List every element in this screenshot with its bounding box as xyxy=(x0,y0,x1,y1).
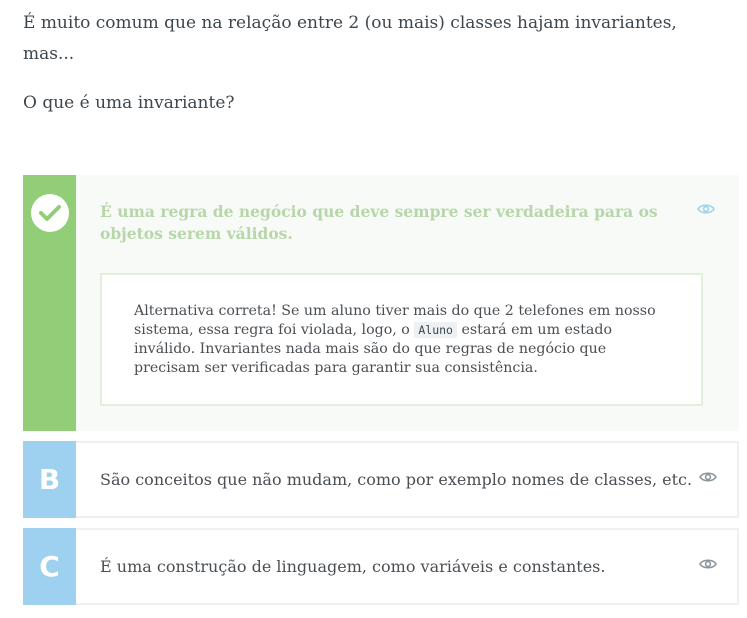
alternative-b[interactable]: B São conceitos que não mudam, como por … xyxy=(23,441,739,518)
alternative-a-text: É uma regra de negócio que deve sempre s… xyxy=(100,202,658,243)
question-line-1: É muito comum que na relação entre 2 (ou… xyxy=(23,13,677,33)
alternative-a-marker xyxy=(23,175,76,431)
alternative-b-letter: B xyxy=(23,441,76,518)
eye-icon[interactable] xyxy=(697,203,715,215)
alternative-c-letter: C xyxy=(23,528,76,605)
alternative-b-body: São conceitos que não mudam, como por ex… xyxy=(76,443,737,516)
correct-badge xyxy=(30,194,69,232)
eye-icon[interactable] xyxy=(699,558,717,570)
eye-icon[interactable] xyxy=(699,471,717,483)
alternative-c[interactable]: C É uma construção de linguagem, como va… xyxy=(23,528,739,605)
feedback-code: Aluno xyxy=(414,322,457,338)
feedback-box: Alternativa correta! Se um aluno tiver m… xyxy=(100,273,703,406)
question-line-2: mas... xyxy=(23,44,75,64)
alternative-a[interactable]: É uma regra de negócio que deve sempre s… xyxy=(23,175,739,431)
question-intro: É muito comum que na relação entre 2 (ou… xyxy=(23,8,723,70)
alternative-a-body: É uma regra de negócio que deve sempre s… xyxy=(76,175,739,431)
alternative-b-text: São conceitos que não mudam, como por ex… xyxy=(100,470,693,489)
alternative-c-text: É uma construção de linguagem, como vari… xyxy=(100,557,606,576)
check-icon xyxy=(38,205,61,221)
question: É muito comum que na relação entre 2 (ou… xyxy=(23,8,723,119)
alternative-c-body: É uma construção de linguagem, como vari… xyxy=(76,530,737,603)
question-prompt: O que é uma invariante? xyxy=(23,93,235,113)
